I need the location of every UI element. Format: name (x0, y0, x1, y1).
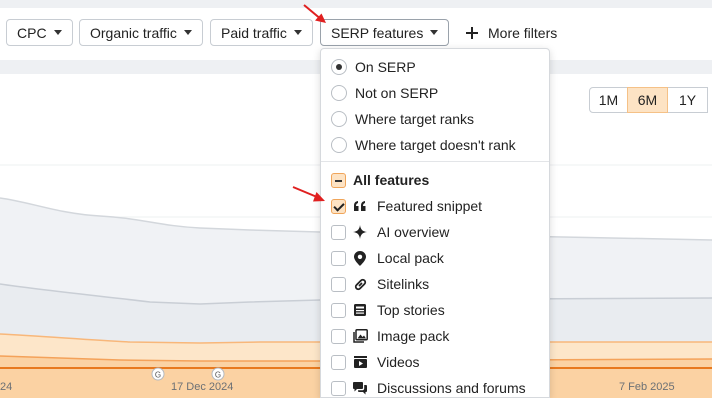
checkbox-icon (331, 380, 346, 396)
radio-icon (331, 85, 347, 101)
chevron-down-icon (293, 30, 302, 35)
chevron-down-icon (183, 30, 192, 35)
feature-label: Sitelinks (377, 276, 430, 292)
annotation-arrow-icon (292, 186, 325, 202)
serp-features-filter-button[interactable]: SERP features (320, 19, 450, 46)
feature-option-top-stories[interactable]: Top stories (321, 297, 549, 323)
option-label: Where target ranks (355, 111, 475, 127)
option-label: On SERP (355, 59, 416, 75)
feature-label: Featured snippet (377, 198, 483, 214)
chevron-down-icon (53, 30, 62, 35)
range-button-6m[interactable]: 6M (627, 87, 668, 113)
paid-traffic-filter-button[interactable]: Paid traffic (210, 19, 313, 46)
checkbox-icon (331, 328, 346, 344)
more-filters-label: More filters (488, 24, 558, 41)
feature-option-videos[interactable]: Videos (321, 349, 549, 375)
chevron-down-icon (430, 30, 439, 35)
top-strip (0, 0, 712, 8)
serp-option-where-target-doesnt-rank[interactable]: Where target doesn't rank (321, 132, 549, 158)
feature-option-local-pack[interactable]: Local pack (321, 245, 549, 271)
range-label: 6M (637, 92, 658, 108)
x-axis-tick-label: 24 (0, 381, 13, 393)
feature-label: Image pack (377, 328, 450, 344)
feature-label: AI overview (377, 224, 450, 240)
newspaper-icon (352, 302, 368, 318)
annotation-arrow-icon (303, 4, 326, 23)
feature-option-image-pack[interactable]: Image pack (321, 323, 549, 349)
plus-icon (466, 26, 478, 39)
all-features-label: All features (353, 172, 430, 188)
feature-option-featured-snippet[interactable]: Featured snippet (321, 193, 549, 219)
quote-icon (352, 198, 368, 214)
organic-traffic-filter-label: Organic traffic (90, 24, 177, 41)
serp-option-where-target-ranks[interactable]: Where target ranks (321, 106, 549, 132)
all-features-option[interactable]: All features (321, 167, 549, 193)
feature-option-discussions-and-forums[interactable]: Discussions and forums (321, 375, 549, 397)
map-pin-icon (352, 250, 368, 266)
serp-features-dropdown: On SERP Not on SERP Where target ranks W… (320, 48, 550, 398)
feature-option-ai-overview[interactable]: AI overview (321, 219, 549, 245)
checkbox-checked-icon (331, 198, 346, 214)
link-icon (352, 276, 368, 292)
feature-label: Top stories (377, 302, 445, 318)
chat-icon (352, 380, 368, 396)
feature-label: Discussions and forums (377, 380, 526, 396)
radio-icon (331, 137, 347, 153)
option-label: Not on SERP (355, 85, 439, 101)
video-icon (352, 354, 368, 370)
paid-traffic-filter-label: Paid traffic (221, 24, 287, 41)
x-axis-tick-label: 17 Dec 2024 (171, 381, 234, 393)
checkbox-icon (331, 354, 346, 370)
event-marker-label: G (155, 371, 161, 380)
serp-option-on-serp[interactable]: On SERP (321, 54, 549, 80)
serp-option-not-on-serp[interactable]: Not on SERP (321, 80, 549, 106)
cpc-filter-button[interactable]: CPC (6, 19, 73, 46)
cpc-filter-label: CPC (17, 24, 47, 41)
image-icon (352, 328, 368, 344)
feature-label: Local pack (377, 250, 444, 266)
checkbox-icon (331, 224, 346, 240)
dropdown-divider (321, 161, 549, 162)
radio-selected-icon (331, 59, 347, 75)
checkbox-icon (331, 302, 346, 318)
organic-traffic-filter-button[interactable]: Organic traffic (79, 19, 203, 46)
option-label: Where target doesn't rank (355, 137, 516, 153)
event-marker-label: G (215, 371, 221, 380)
feature-option-sitelinks[interactable]: Sitelinks (321, 271, 549, 297)
radio-icon (331, 111, 347, 127)
more-filters-button[interactable]: More filters (466, 19, 557, 46)
checkbox-icon (331, 276, 346, 292)
checkbox-icon (331, 250, 346, 266)
feature-label: Videos (377, 354, 420, 370)
serp-features-filter-label: SERP features (331, 24, 424, 41)
checkbox-partial-icon (331, 172, 346, 188)
sparkle-icon (352, 224, 368, 240)
x-axis-tick-label: 7 Feb 2025 (619, 381, 675, 393)
